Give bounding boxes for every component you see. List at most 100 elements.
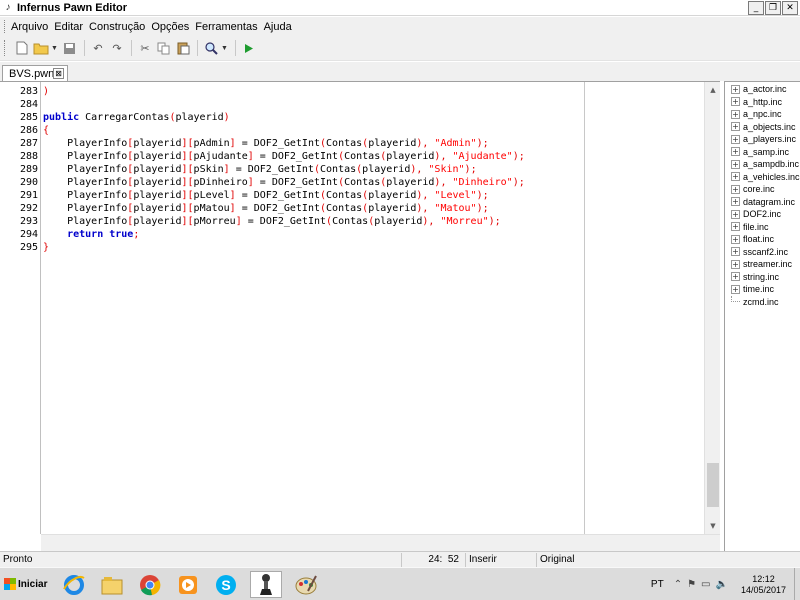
tree-item[interactable]: + a_sampdb.inc [731, 158, 799, 171]
redo-icon[interactable]: ↷ [108, 39, 126, 57]
tree-item[interactable]: + time.inc [731, 283, 774, 296]
expand-icon[interactable]: + [731, 234, 740, 244]
action-center-flag-icon[interactable]: ⚑ [687, 579, 696, 590]
expand-icon[interactable]: + [731, 259, 740, 269]
undo-icon[interactable]: ↶ [89, 39, 107, 57]
tree-item[interactable]: + streamer.inc [731, 258, 792, 271]
tree-item[interactable]: + DOF2.inc [731, 208, 781, 221]
restore-button[interactable]: ❐ [765, 0, 781, 15]
tree-item[interactable]: + string.inc [731, 271, 779, 284]
expand-icon[interactable]: + [731, 222, 740, 232]
tree-item[interactable]: + a_objects.inc [731, 121, 796, 134]
tab-bvs-pwn[interactable]: BVS.pwn ⊠ [2, 65, 68, 82]
expand-icon[interactable]: + [731, 97, 740, 107]
expand-icon[interactable]: + [731, 159, 740, 169]
vertical-scrollbar[interactable]: ▲ ▼ [704, 82, 720, 534]
code-line[interactable]: ) [43, 85, 49, 98]
expand-icon[interactable]: + [731, 197, 740, 207]
expand-icon[interactable]: + [731, 209, 740, 219]
code-line[interactable]: PlayerInfo[playerid][pMatou] = DOF2_GetI… [43, 202, 489, 215]
toolbar-grip[interactable] [4, 40, 7, 56]
clock[interactable]: 12:12 14/05/2017 [741, 574, 786, 596]
menu-opcoes[interactable]: Opções [151, 21, 193, 33]
minimize-button[interactable]: _ [748, 0, 764, 15]
code-line[interactable]: PlayerInfo[playerid][pLevel] = DOF2_GetI… [43, 189, 489, 202]
expand-icon[interactable]: + [731, 272, 740, 282]
ie-icon[interactable] [58, 571, 90, 598]
tree-item[interactable]: + a_players.inc [731, 133, 796, 146]
scrollbar-thumb[interactable] [707, 463, 719, 507]
paste-icon[interactable] [174, 39, 192, 57]
tree-item[interactable]: + a_vehicles.inc [731, 171, 800, 184]
run-icon[interactable] [240, 39, 258, 57]
code-editor[interactable]: 283 284 285 286 287 288 289 290 291 292 293 294 295 … [0, 81, 720, 552]
code-token: ), [416, 190, 429, 201]
save-icon[interactable] [61, 39, 79, 57]
expand-icon[interactable]: + [731, 134, 740, 144]
code-line[interactable]: PlayerInfo[playerid][pDinheiro] = DOF2_G… [43, 176, 525, 189]
expand-icon[interactable]: + [731, 84, 740, 94]
code-line[interactable]: { [43, 124, 49, 137]
explorer-icon[interactable] [96, 571, 128, 598]
code-line[interactable]: } [43, 241, 49, 254]
menu-arquivo[interactable]: Arquivo [11, 21, 52, 33]
tree-item[interactable]: zcmd.inc [731, 295, 779, 309]
tree-item[interactable]: + sscanf2.inc [731, 246, 788, 259]
cut-icon[interactable]: ✂ [136, 39, 154, 57]
tree-item[interactable]: + float.inc [731, 233, 774, 246]
skype-icon[interactable]: S [210, 571, 242, 598]
menu-ferramentas[interactable]: Ferramentas [195, 21, 261, 33]
tree-item[interactable]: + a_npc.inc [731, 108, 782, 121]
menu-construcao[interactable]: Construção [89, 21, 149, 33]
tree-item[interactable]: + datagram.inc [731, 196, 795, 209]
tree-item[interactable]: + a_actor.inc [731, 83, 787, 96]
code-token: playerid [133, 177, 182, 188]
tree-item[interactable]: + a_http.inc [731, 96, 782, 109]
code-line[interactable]: PlayerInfo[playerid][pAjudante] = DOF2_G… [43, 150, 525, 163]
open-dropdown-icon[interactable]: ▼ [51, 45, 58, 52]
paint-icon[interactable] [290, 571, 322, 598]
expand-icon[interactable]: + [731, 247, 740, 257]
network-icon[interactable]: ▭ [701, 579, 710, 590]
tree-item[interactable]: + a_samp.inc [731, 146, 789, 159]
menu-editar[interactable]: Editar [54, 21, 87, 33]
expand-icon[interactable]: + [731, 109, 740, 119]
scroll-down-icon[interactable]: ▼ [705, 518, 721, 534]
expand-icon[interactable]: + [731, 184, 740, 194]
expand-icon[interactable]: + [731, 147, 740, 157]
start-button[interactable]: Iniciar [1, 571, 49, 597]
media-player-icon[interactable] [172, 571, 204, 598]
start-label: Iniciar [18, 578, 48, 590]
menubar-grip[interactable] [4, 20, 7, 33]
code-token: ), [416, 138, 429, 149]
find-icon[interactable] [202, 39, 220, 57]
code-line[interactable]: PlayerInfo[playerid][pSkin] = DOF2_GetIn… [43, 163, 477, 176]
expand-icon[interactable]: + [731, 284, 740, 294]
code-line[interactable]: return true; [43, 228, 139, 241]
code-area[interactable]: ) public CarregarContas(playerid){ Player… [41, 82, 704, 534]
taskbar: Iniciar S PT ⌃ ⚑ ▭ 🔈 12:12 14/05/2017 [0, 567, 800, 600]
expand-icon[interactable]: + [731, 172, 740, 182]
find-dropdown-icon[interactable]: ▼ [221, 45, 228, 52]
tree-item[interactable]: + file.inc [731, 221, 769, 234]
expand-icon[interactable]: + [731, 122, 740, 132]
code-line[interactable]: PlayerInfo[playerid][pAdmin] = DOF2_GetI… [43, 137, 489, 150]
close-button[interactable]: ✕ [782, 0, 798, 15]
copy-icon[interactable] [155, 39, 173, 57]
new-file-icon[interactable] [13, 39, 31, 57]
show-desktop-button[interactable] [794, 568, 800, 600]
tab-close-icon[interactable]: ⊠ [53, 68, 64, 79]
show-hidden-icons-icon[interactable]: ⌃ [674, 579, 682, 590]
tree-item[interactable]: + core.inc [731, 183, 775, 196]
menu-ajuda[interactable]: Ajuda [264, 21, 296, 33]
scroll-up-icon[interactable]: ▲ [705, 82, 721, 98]
chrome-icon[interactable] [134, 571, 166, 598]
pawn-editor-icon[interactable] [250, 571, 282, 598]
horizontal-scrollbar[interactable] [41, 534, 720, 552]
language-indicator[interactable]: PT [651, 579, 664, 590]
open-folder-icon[interactable] [32, 39, 50, 57]
volume-icon[interactable]: 🔈 [716, 579, 728, 590]
line-number: 284 [19, 99, 38, 110]
code-line[interactable]: PlayerInfo[playerid][pMorreu] = DOF2_Get… [43, 215, 501, 228]
code-line[interactable]: public CarregarContas(playerid) [43, 111, 230, 124]
